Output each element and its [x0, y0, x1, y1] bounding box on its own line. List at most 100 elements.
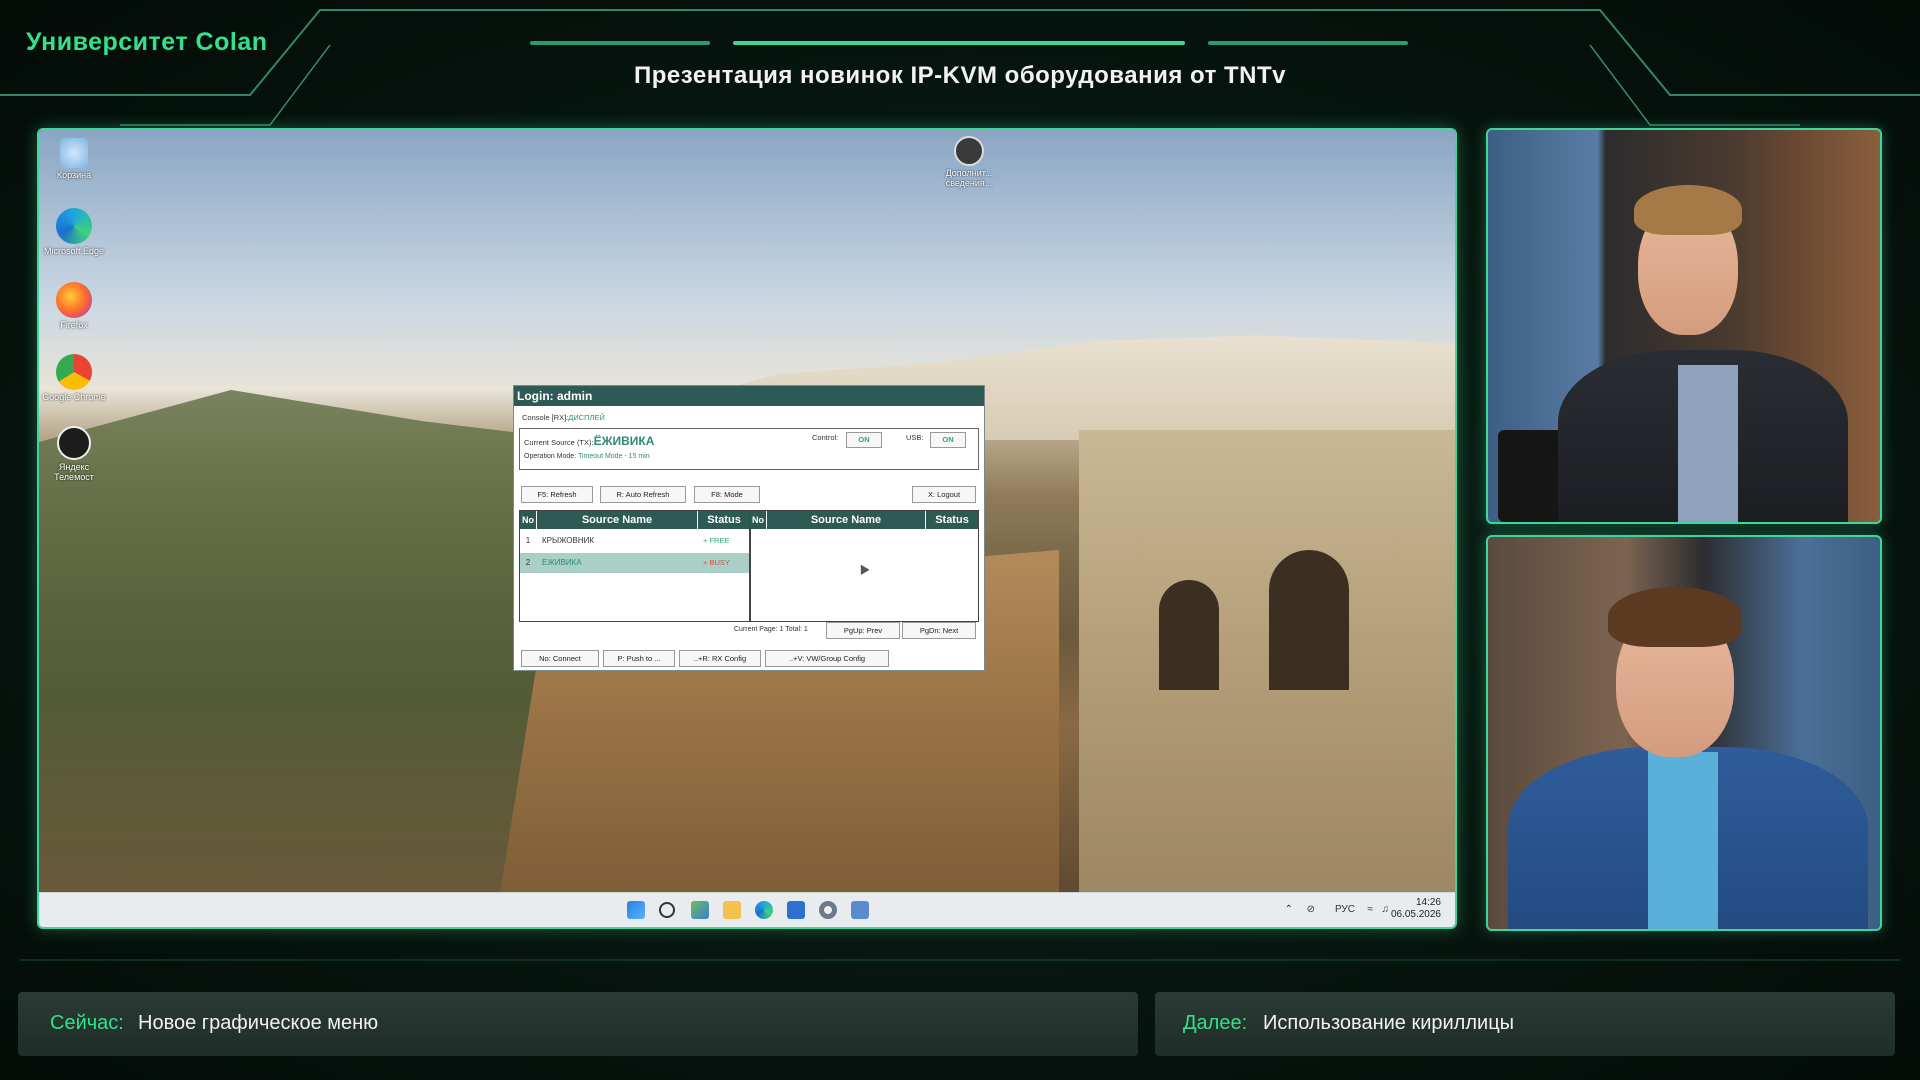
- row-status: + BUSY: [703, 558, 730, 567]
- language-indicator[interactable]: РУС: [1335, 904, 1355, 915]
- kvm-console-value: ДИСПЛЕЙ: [568, 413, 605, 422]
- kvm-group-config-button[interactable]: ..+V: VW/Group Config: [765, 650, 889, 667]
- brand-title: Университет Colan: [26, 28, 268, 56]
- user-circle-icon: [954, 136, 984, 166]
- clock-time: 14:26: [1415, 897, 1441, 908]
- desktop-icon-label: Google Chrome: [42, 392, 106, 402]
- kvm-col-source-name: Source Name: [767, 511, 925, 529]
- kvm-rx-config-button[interactable]: ..+R: RX Config: [679, 650, 761, 667]
- start-icon[interactable]: [627, 901, 645, 919]
- row-source-name: ЕЖИВИКА: [542, 558, 582, 567]
- widgets-icon[interactable]: [691, 901, 709, 919]
- kvm-osd-window: Login: admin Console [RX]:ДИСПЛЕЙ Curren…: [513, 385, 985, 671]
- desktop-icon-user-info[interactable]: Дополнит... сведения...: [934, 136, 1004, 188]
- taskbar: ⌃ ⊘ РУС ≈ ♫ 14:26 06.05.2026: [39, 892, 1455, 927]
- kvm-refresh-button[interactable]: F5: Refresh: [521, 486, 593, 503]
- now-playing-bar: Сейчас: Новое графическое меню: [18, 992, 1138, 1056]
- clock[interactable]: 14:26 06.05.2026: [1391, 897, 1441, 921]
- kvm-next-page-button[interactable]: PgDn: Next: [902, 622, 976, 639]
- desktop-icon-chrome[interactable]: Google Chrome: [39, 354, 109, 402]
- kvm-push-button[interactable]: P: Push to ...: [603, 650, 675, 667]
- clock-date: 06.05.2026: [1390, 909, 1441, 920]
- camera-feed-presenter-1: [1486, 128, 1882, 524]
- wifi-icon[interactable]: ≈: [1368, 904, 1374, 915]
- presenter-shirt: [1678, 365, 1738, 522]
- desktop-icon-label: Яндекс Телемост: [54, 462, 94, 482]
- kvm-usb-label: USB:: [906, 433, 924, 442]
- next-value: Использование кириллицы: [1263, 1012, 1515, 1034]
- desktop-icon-telemost[interactable]: Яндекс Телемост: [39, 426, 109, 482]
- desktop-icon-edge[interactable]: Microsoft Edge: [39, 208, 109, 256]
- table-row-selected[interactable]: 2 ЕЖИВИКА + BUSY: [520, 553, 750, 573]
- kvm-current-source-value: ЁЖИВИКА: [593, 434, 655, 448]
- wallpaper-bridge: [1079, 430, 1455, 900]
- kvm-mode-button[interactable]: F8: Mode: [694, 486, 760, 503]
- kvm-operation-mode-value: Timeout Mode - 15 min: [577, 453, 650, 460]
- search-icon[interactable]: [659, 902, 675, 918]
- recycle-bin-icon: [60, 138, 88, 168]
- kvm-control-toggle[interactable]: ON: [846, 432, 882, 448]
- table-row[interactable]: 1 КРЫЖОВНИК + FREE: [520, 531, 750, 551]
- kvm-current-source-label: Current Source (TX):: [524, 438, 594, 447]
- kvm-console-line: Console [RX]:ДИСПЛЕЙ: [522, 413, 605, 422]
- kvm-col-no: No: [520, 511, 536, 529]
- desktop-icon-label: Дополнит... сведения...: [945, 168, 993, 188]
- desktop-icon-firefox[interactable]: Firefox: [39, 282, 109, 330]
- camera-feed-presenter-2: [1486, 535, 1882, 931]
- kvm-connect-button[interactable]: No: Connect: [521, 650, 599, 667]
- kvm-control-label: Control:: [812, 433, 839, 442]
- firefox-icon: [56, 282, 92, 318]
- presenter-shirt: [1648, 752, 1718, 929]
- kvm-usb-toggle[interactable]: ON: [930, 432, 966, 448]
- desktop-icon-label: Корзина: [56, 170, 92, 180]
- kvm-operation-mode-label: Operation Mode:: [524, 453, 577, 460]
- presenter-hair: [1608, 587, 1742, 647]
- next-up-bar: Далее: Использование кириллицы: [1155, 992, 1895, 1056]
- kvm-source-table-right: No Source Name Status: [749, 510, 979, 622]
- edge-icon: [56, 208, 92, 244]
- mouse-cursor-icon: [856, 562, 870, 575]
- camera-icon[interactable]: [851, 901, 869, 919]
- telemost-icon: [57, 426, 91, 460]
- file-explorer-icon[interactable]: [723, 901, 741, 919]
- now-key: Сейчас:: [50, 1012, 124, 1034]
- kvm-source-table-left: No Source Name Status 1 КРЫЖОВНИК + FREE…: [519, 510, 751, 622]
- settings-icon[interactable]: [819, 901, 837, 919]
- event-title: Презентация новинок IP-KVM оборудования …: [634, 62, 1286, 89]
- now-value: Новое графическое меню: [138, 1012, 379, 1034]
- presenter-hair: [1634, 185, 1742, 235]
- header-deco-bar-right: [1208, 41, 1408, 45]
- edge-icon[interactable]: [755, 901, 773, 919]
- kvm-logout-button[interactable]: X: Logout: [912, 486, 976, 503]
- kvm-current-page: Current Page: 1 Total: 1: [734, 626, 808, 633]
- store-icon[interactable]: [787, 901, 805, 919]
- kvm-prev-page-button[interactable]: PgUp: Prev: [826, 622, 900, 639]
- row-status: + FREE: [703, 536, 730, 545]
- kvm-auto-refresh-button[interactable]: R: Auto Refresh: [600, 486, 686, 503]
- header-deco-bar-center: [733, 41, 1185, 45]
- chrome-icon: [56, 354, 92, 390]
- kvm-col-source-name: Source Name: [537, 511, 697, 529]
- header-deco-bar-left: [530, 41, 710, 45]
- kvm-info-panel: Current Source (TX):ЁЖИВИКА Operation Mo…: [519, 428, 979, 470]
- row-no: 1: [525, 536, 531, 545]
- wallpaper-arch: [1159, 580, 1219, 690]
- screen-share: Корзина Microsoft Edge Firefox Google Ch…: [37, 128, 1457, 929]
- desktop-icon-label: Firefox: [60, 320, 88, 330]
- volume-icon[interactable]: ♫: [1382, 904, 1390, 915]
- kvm-col-status: Status: [698, 511, 750, 529]
- next-key: Далее:: [1183, 1012, 1248, 1034]
- kvm-console-label: Console [RX]:: [522, 413, 569, 422]
- row-no: 2: [525, 558, 531, 567]
- desktop-icon-label: Microsoft Edge: [43, 246, 105, 256]
- kvm-operation-mode: Operation Mode: Timeout Mode - 15 min: [524, 453, 650, 460]
- desktop-icon-recycle-bin[interactable]: Корзина: [39, 138, 109, 180]
- kvm-col-no: No: [750, 511, 766, 529]
- row-source-name: КРЫЖОВНИК: [542, 536, 595, 545]
- kvm-col-status: Status: [926, 511, 978, 529]
- kvm-window-title: Login: admin: [514, 386, 984, 406]
- wallpaper-arch: [1269, 550, 1349, 690]
- network-off-icon[interactable]: ⊘: [1307, 904, 1315, 915]
- kvm-current-source: Current Source (TX):ЁЖИВИКА: [524, 434, 654, 448]
- chevron-up-icon[interactable]: ⌃: [1285, 904, 1293, 915]
